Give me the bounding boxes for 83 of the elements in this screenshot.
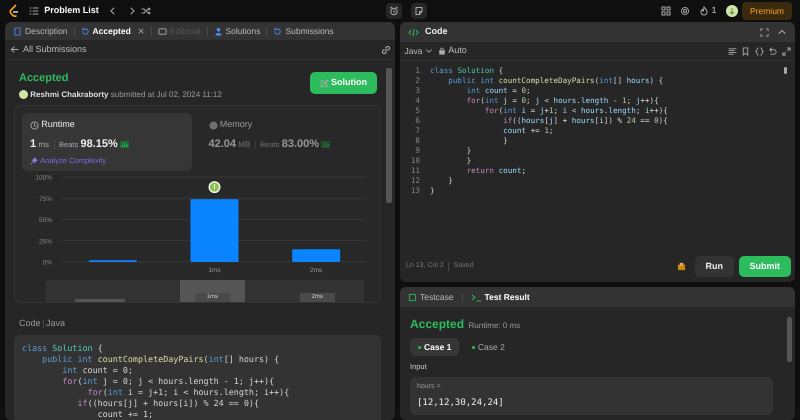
tab[interactable]: Accepted (80, 24, 131, 38)
code-line: for(int i = j+1; i < hours.length; i++){ (86, 387, 290, 398)
tab[interactable]: Testcase (408, 290, 454, 304)
solutions-icon (214, 26, 223, 36)
grid-icon[interactable] (661, 6, 672, 16)
case-tab[interactable]: Case 1 (410, 338, 460, 356)
terminal-icon (470, 292, 482, 302)
logo-icon[interactable] (8, 4, 20, 18)
input-value: [12,12,30,24,24] (417, 396, 505, 410)
box-icon[interactable] (676, 262, 686, 271)
language-label: Java (46, 316, 66, 330)
braces-icon[interactable] (754, 46, 764, 56)
runtime-text: Runtime: 0 ms (468, 320, 520, 332)
problem-list-button[interactable]: Problem List (29, 4, 99, 18)
beats-percentage: 83.00% (282, 137, 320, 152)
bookmark-icon[interactable] (741, 46, 750, 56)
timer-button[interactable] (386, 3, 402, 19)
flame-icon (699, 6, 710, 16)
scrollbar[interactable] (787, 317, 792, 362)
code-line: public int countCompleteDayPairs(int[] hours) { (41, 354, 280, 365)
tab[interactable]: Description (13, 24, 68, 38)
status-text: Accepted (19, 71, 70, 86)
beats-percentage: 98.15% (80, 137, 118, 152)
bar-chart-icon (120, 141, 130, 148)
description-icon (13, 26, 22, 36)
edit-icon (320, 78, 329, 88)
code-icon (408, 28, 419, 36)
close-icon[interactable] (136, 27, 145, 35)
chevron-down-icon (425, 47, 434, 55)
settings-icon[interactable] (680, 6, 690, 16)
undo-icon[interactable] (768, 46, 777, 56)
avatar (19, 90, 28, 100)
code-label: Code (19, 316, 41, 330)
tab[interactable]: Test Result (470, 290, 530, 304)
premium-button[interactable]: Premium (742, 2, 792, 20)
chart-bar[interactable] (292, 248, 340, 262)
note-icon (414, 6, 424, 16)
back-arrow-icon[interactable] (10, 45, 18, 54)
stat-value: 42.04 (208, 137, 236, 152)
lock-icon (438, 47, 446, 55)
streak-counter[interactable]: 1 (699, 4, 716, 18)
link-icon[interactable] (380, 44, 390, 54)
checkbox-icon (408, 292, 417, 302)
auto-mode[interactable]: Auto (438, 44, 467, 58)
list-icon (29, 6, 39, 16)
submissions-icon (273, 26, 282, 36)
run-button[interactable]: Run (694, 256, 734, 278)
sparkle-icon (30, 156, 38, 165)
submitted-time: submitted at Jul 02, 2024 11:12 (110, 88, 222, 101)
tab[interactable]: Submissions (273, 24, 334, 38)
scrollbar[interactable] (386, 68, 392, 203)
shuffle-icon[interactable] (141, 6, 152, 16)
stat-unit: ms (38, 138, 50, 150)
stat-unit: MB (238, 138, 250, 150)
alarm-icon (388, 6, 399, 16)
code-line: if((hours[j] + hours[i]) % 24 == 0){ (76, 398, 260, 409)
language-dropdown[interactable]: Java (404, 44, 434, 58)
expand-icon[interactable] (782, 46, 790, 56)
memory-icon (208, 120, 218, 130)
avatar[interactable] (726, 5, 738, 17)
tab[interactable]: Solutions (214, 24, 260, 38)
code-line: for(int j = 0; j < hours.length - 1; j++){ (61, 376, 276, 387)
fullscreen-icon[interactable] (760, 28, 769, 36)
editorial-icon (158, 26, 167, 36)
clock-icon (30, 120, 39, 130)
stat-title: Memory (220, 118, 252, 132)
chevron-up-icon[interactable] (777, 27, 787, 37)
result-status: Accepted (410, 316, 464, 333)
avatar-marker (208, 180, 220, 193)
all-submissions-link[interactable]: All Submissions (23, 42, 87, 56)
bar-chart-icon (321, 141, 330, 148)
author-name[interactable]: Reshmi Chakraborty (30, 88, 108, 101)
code-line: class Solution { (22, 343, 104, 354)
stat-title: Runtime (41, 118, 75, 132)
scrollbar[interactable] (784, 67, 787, 74)
panel-title: Code (425, 25, 448, 38)
code-line: int count = 0; (61, 365, 134, 376)
code-line: count += 1; (96, 409, 154, 420)
align-icon[interactable] (728, 46, 736, 56)
notes-button[interactable] (410, 3, 427, 19)
accepted-icon (80, 26, 90, 36)
stat-value: 1 (30, 137, 36, 152)
case-tab[interactable]: Case 2 (464, 338, 513, 356)
